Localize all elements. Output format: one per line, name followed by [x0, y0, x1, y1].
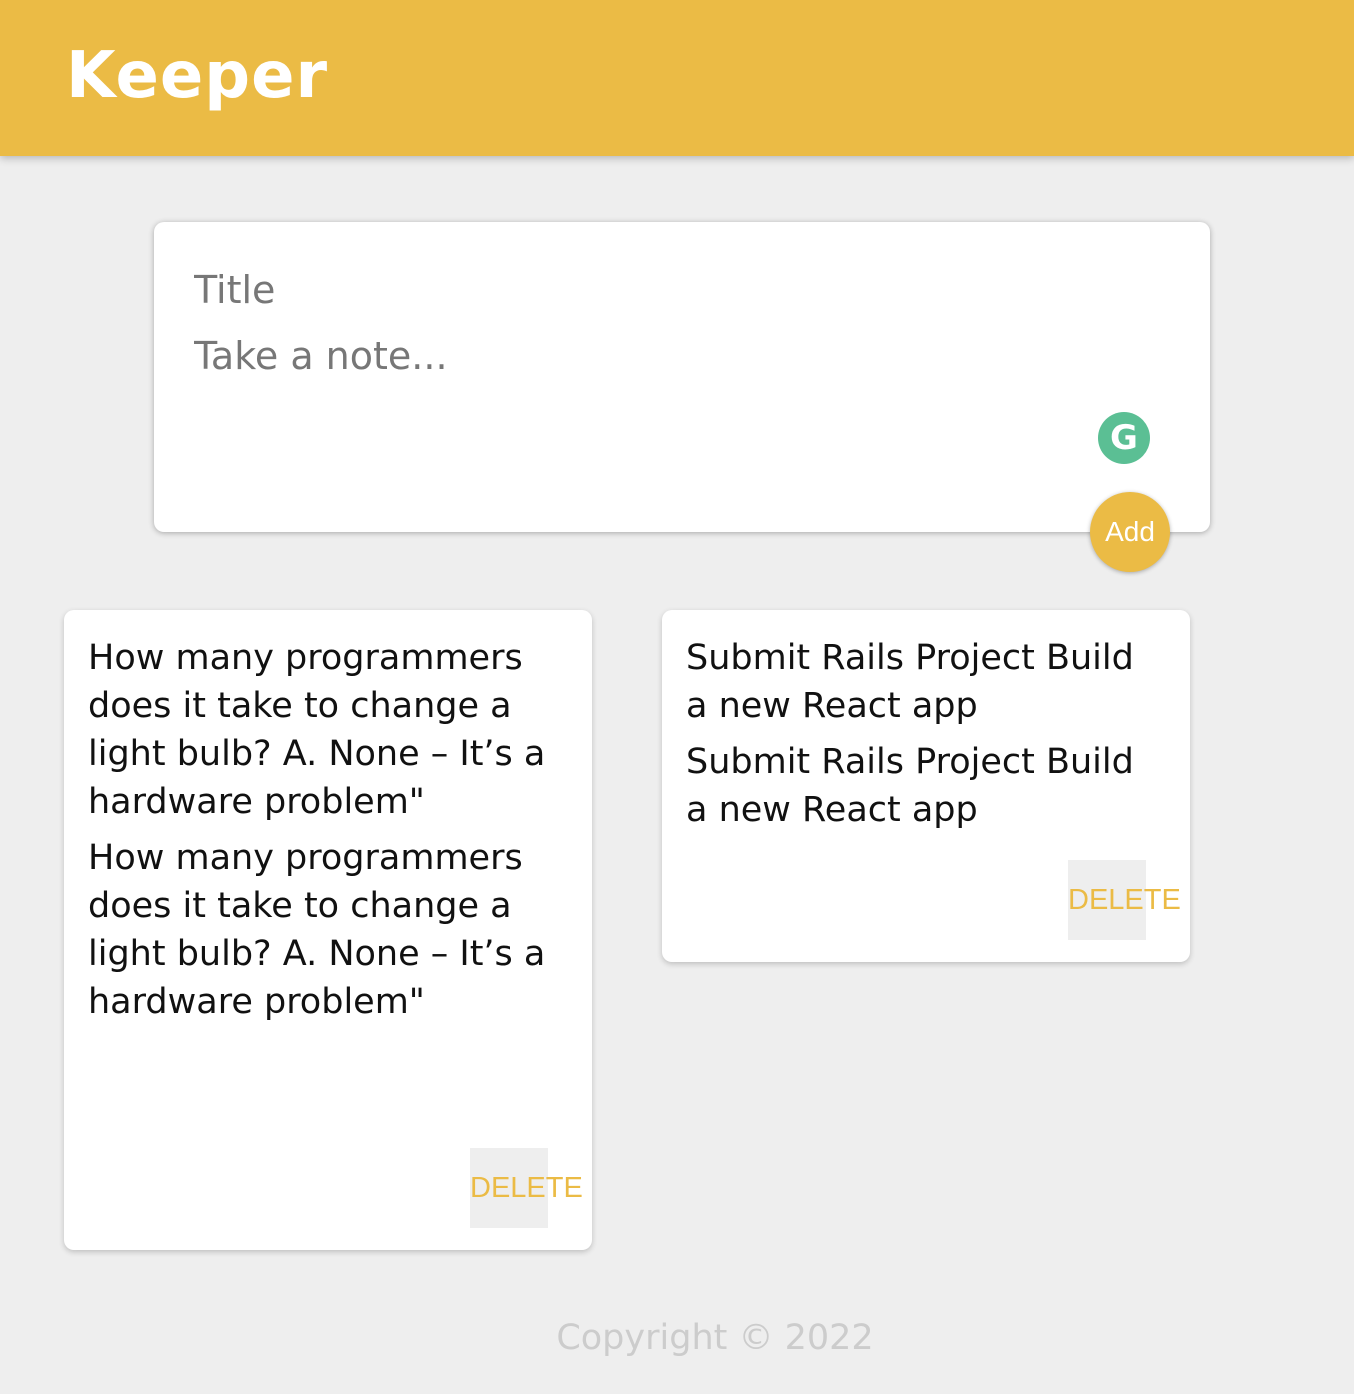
note-title: Submit Rails Project Build a new React a… [686, 638, 1134, 726]
note-title-input[interactable] [194, 266, 1154, 314]
note-content: Submit Rails Project Build a new React a… [686, 742, 1134, 830]
note-title: How many programmers does it take to cha… [88, 638, 546, 822]
app-logo-title: Keeper [66, 39, 329, 113]
create-note-form: G Add [154, 222, 1210, 572]
note-content: How many programmers does it take to cha… [88, 838, 546, 1022]
add-note-button[interactable]: Add [1090, 492, 1170, 572]
note-card: Submit Rails Project Build a new React a… [662, 610, 1190, 962]
app-header: Keeper [0, 0, 1354, 156]
note-content-input[interactable] [194, 334, 1154, 394]
delete-note-button[interactable]: DELETE [1068, 860, 1181, 940]
note-card: How many programmers does it take to cha… [64, 610, 592, 1250]
grammarly-icon[interactable]: G [1098, 412, 1150, 464]
footer-copyright: Copyright © 2022 [556, 1318, 874, 1358]
delete-note-button[interactable]: DELETE [470, 1148, 583, 1228]
